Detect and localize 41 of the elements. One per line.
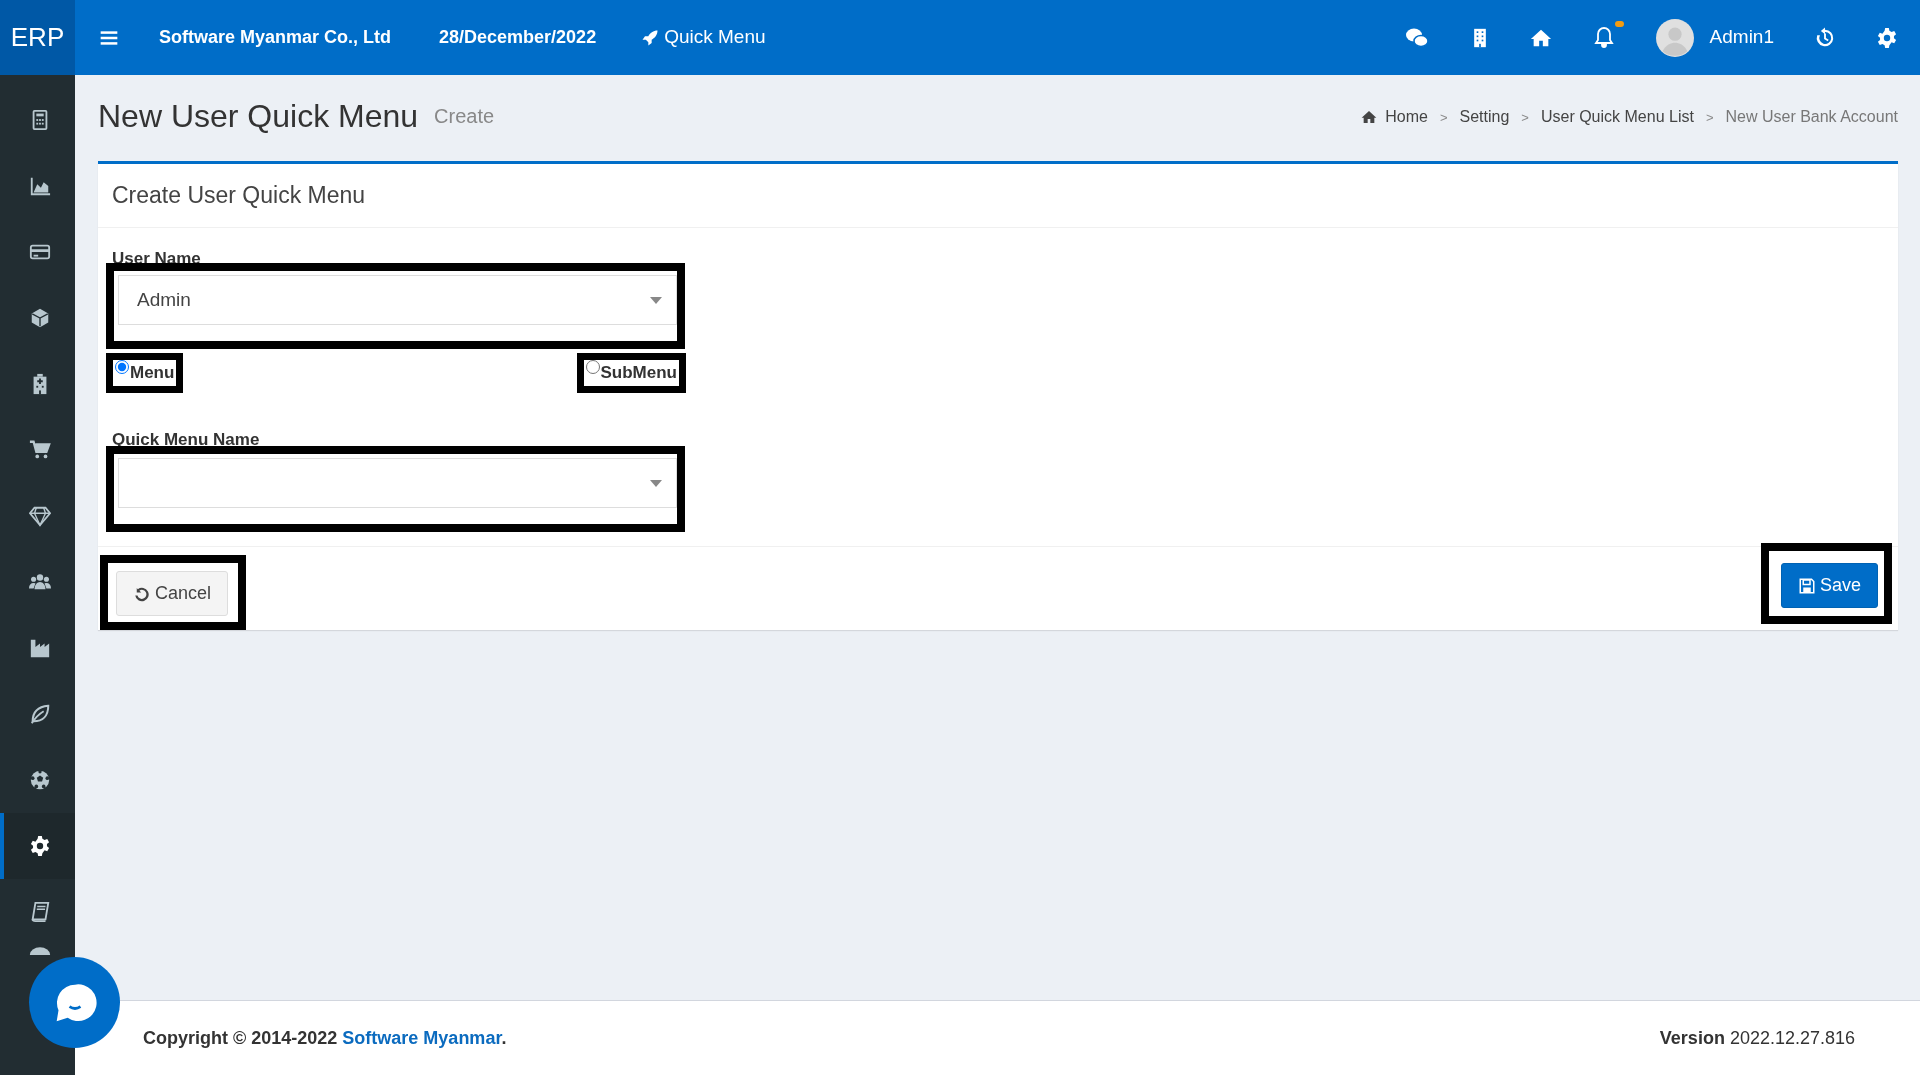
select-field[interactable] <box>118 458 677 509</box>
home-icon <box>1361 109 1378 126</box>
company-name: Software Myanmar Co., Ltd <box>159 26 392 49</box>
caret-icon <box>650 479 662 487</box>
page-title: New User Quick Menu <box>98 97 419 136</box>
avatar-icon <box>1655 18 1694 57</box>
factory-icon <box>28 637 51 659</box>
settings-icon <box>28 835 51 857</box>
caret-icon <box>650 296 662 304</box>
radio-button[interactable] <box>585 360 600 375</box>
settings-icon <box>1876 26 1898 49</box>
soccer-ball-icon <box>28 769 51 791</box>
breadcrumb-link[interactable]: Setting <box>1459 105 1510 130</box>
card-title: Create User Quick Menu <box>98 164 1898 228</box>
radio-label[interactable]: Menu <box>130 360 175 386</box>
version-text: Version 2022.12.27.816 <box>1659 1026 1855 1050</box>
current-date: 28/December/2022 <box>439 26 597 49</box>
cancel-button[interactable]: Cancel <box>116 571 229 617</box>
breadcrumb-link[interactable]: User Quick Menu List <box>1540 105 1694 130</box>
footer-link[interactable]: Software Myanmar <box>342 1027 502 1048</box>
field-label: Quick Menu Name <box>112 428 260 451</box>
sidebar-item[interactable] <box>0 813 75 879</box>
copyright-text: Copyright © 2014-2022 Software Myanmar. <box>143 1026 507 1050</box>
select-field[interactable]: Admin <box>118 275 677 326</box>
leaf-icon <box>28 703 51 725</box>
quick-menu-link[interactable]: Quick Menu <box>640 23 766 52</box>
breadcrumb-link[interactable]: Home <box>1361 105 1428 130</box>
breadcrumb-separator: > <box>1439 108 1448 127</box>
breadcrumb-separator: > <box>1521 108 1529 127</box>
history-icon <box>1814 26 1836 49</box>
radio-button[interactable] <box>115 360 129 375</box>
breadcrumb-separator: > <box>1705 108 1714 127</box>
user-name[interactable]: Admin1 <box>1709 23 1774 52</box>
brand-logo[interactable]: ERP <box>0 0 75 75</box>
radio-label[interactable]: SubMenu <box>600 360 677 386</box>
diamond-icon <box>28 505 51 527</box>
save-button[interactable]: Save <box>1780 563 1878 609</box>
breadcrumb-current: New User Bank Account <box>1725 107 1898 128</box>
cart-icon <box>28 439 51 461</box>
page-subtitle: Create <box>434 104 495 130</box>
area-chart-icon <box>28 175 51 197</box>
